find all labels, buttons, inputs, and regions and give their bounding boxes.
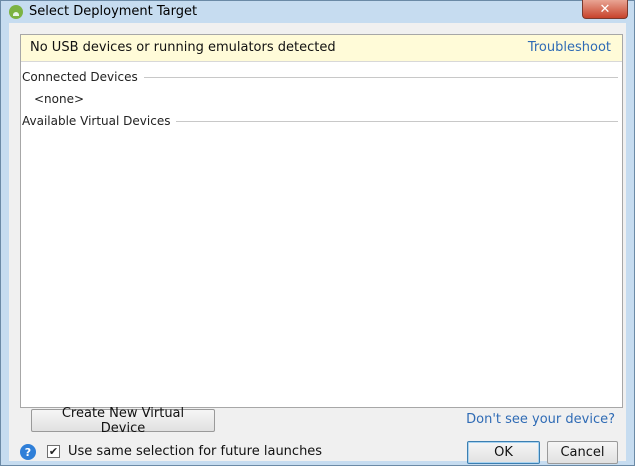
notice-message: No USB devices or running emulators dete…: [30, 40, 336, 55]
connected-devices-header: Connected Devices: [21, 69, 622, 85]
dialog-window: Select Deployment Target ✕ No USB device…: [0, 0, 635, 466]
title-bar[interactable]: Select Deployment Target ✕: [1, 0, 634, 23]
ok-label: OK: [494, 445, 513, 460]
ok-button[interactable]: OK: [467, 441, 540, 464]
create-virtual-device-label: Create New Virtual Device: [61, 405, 185, 436]
cancel-button[interactable]: Cancel: [547, 441, 618, 464]
section-divider: [176, 120, 618, 122]
connected-devices-label: Connected Devices: [22, 70, 138, 84]
android-app-icon: [9, 5, 23, 19]
help-icon[interactable]: ?: [20, 444, 36, 460]
same-selection-checkbox[interactable]: ✔: [47, 445, 60, 458]
close-icon: ✕: [599, 1, 611, 17]
dialog-content: No USB devices or running emulators dete…: [9, 23, 626, 464]
virtual-devices-label: Available Virtual Devices: [22, 114, 171, 128]
close-button[interactable]: ✕: [582, 0, 628, 19]
device-list-panel: No USB devices or running emulators dete…: [20, 34, 623, 408]
create-virtual-device-button[interactable]: Create New Virtual Device: [31, 406, 215, 436]
window-title: Select Deployment Target: [29, 4, 198, 19]
cancel-label: Cancel: [560, 445, 605, 460]
section-divider: [143, 76, 618, 78]
notice-banner: No USB devices or running emulators dete…: [21, 35, 622, 62]
dont-see-device-link[interactable]: Don't see your device?: [466, 412, 615, 427]
virtual-devices-header: Available Virtual Devices: [21, 113, 622, 129]
checkmark-icon: ✔: [48, 445, 59, 458]
connected-device-none: <none>: [34, 92, 85, 106]
same-selection-label[interactable]: Use same selection for future launches: [68, 444, 322, 459]
troubleshoot-link[interactable]: Troubleshoot: [528, 40, 611, 55]
